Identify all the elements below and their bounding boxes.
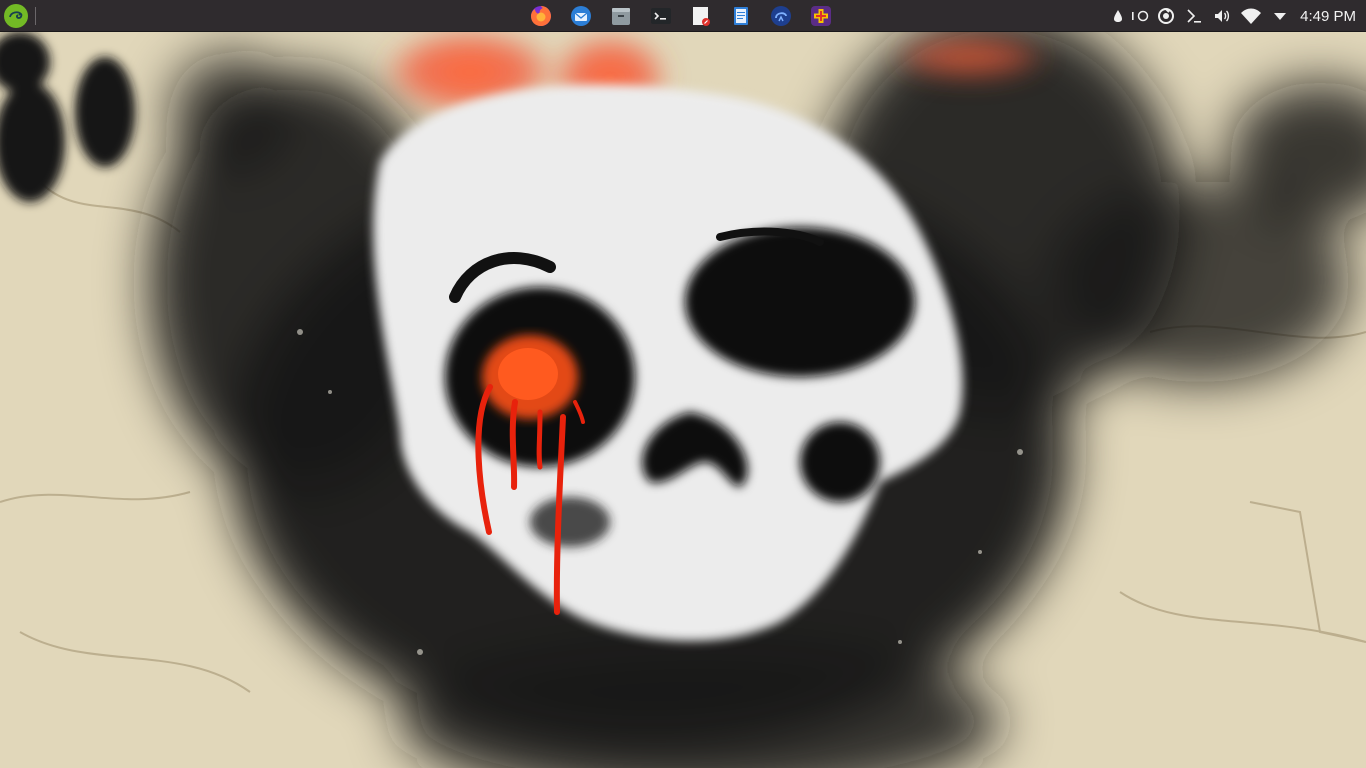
task-text-editor[interactable] (728, 3, 754, 29)
document-viewer-icon (693, 7, 710, 26)
wallpaper (0, 32, 1366, 768)
task-document-viewer[interactable] (688, 3, 714, 29)
terminal-prompt-icon[interactable] (1180, 0, 1208, 32)
taskbar (528, 3, 834, 29)
task-thunderbird[interactable] (568, 3, 594, 29)
task-first-aid[interactable] (808, 3, 834, 29)
system-tray: 4:49 PM (1108, 0, 1366, 32)
panel-separator (35, 7, 36, 25)
task-firefox[interactable] (528, 3, 554, 29)
thunderbird-icon (571, 6, 591, 26)
ink-drop-icon[interactable] (1108, 0, 1128, 32)
wifi-icon[interactable] (1236, 0, 1266, 32)
file-manager-icon (612, 8, 630, 25)
terminal-icon (651, 8, 671, 24)
text-editor-icon (734, 7, 748, 25)
firefox-icon (531, 6, 551, 26)
first-aid-icon (811, 6, 831, 26)
toggle-icon[interactable] (1128, 0, 1152, 32)
update-icon[interactable] (1152, 0, 1180, 32)
opensuse-gecko-icon (7, 7, 25, 25)
volume-icon[interactable] (1208, 0, 1236, 32)
task-network-tool[interactable] (768, 3, 794, 29)
desktop: 4:49 PM (0, 0, 1366, 768)
expand-arrow-icon[interactable] (1266, 0, 1294, 32)
clock[interactable]: 4:49 PM (1294, 8, 1366, 25)
application-launcher[interactable] (4, 4, 28, 28)
task-file-manager[interactable] (608, 3, 634, 29)
top-panel: 4:49 PM (0, 0, 1366, 32)
task-terminal[interactable] (648, 3, 674, 29)
network-app-icon (771, 6, 791, 26)
